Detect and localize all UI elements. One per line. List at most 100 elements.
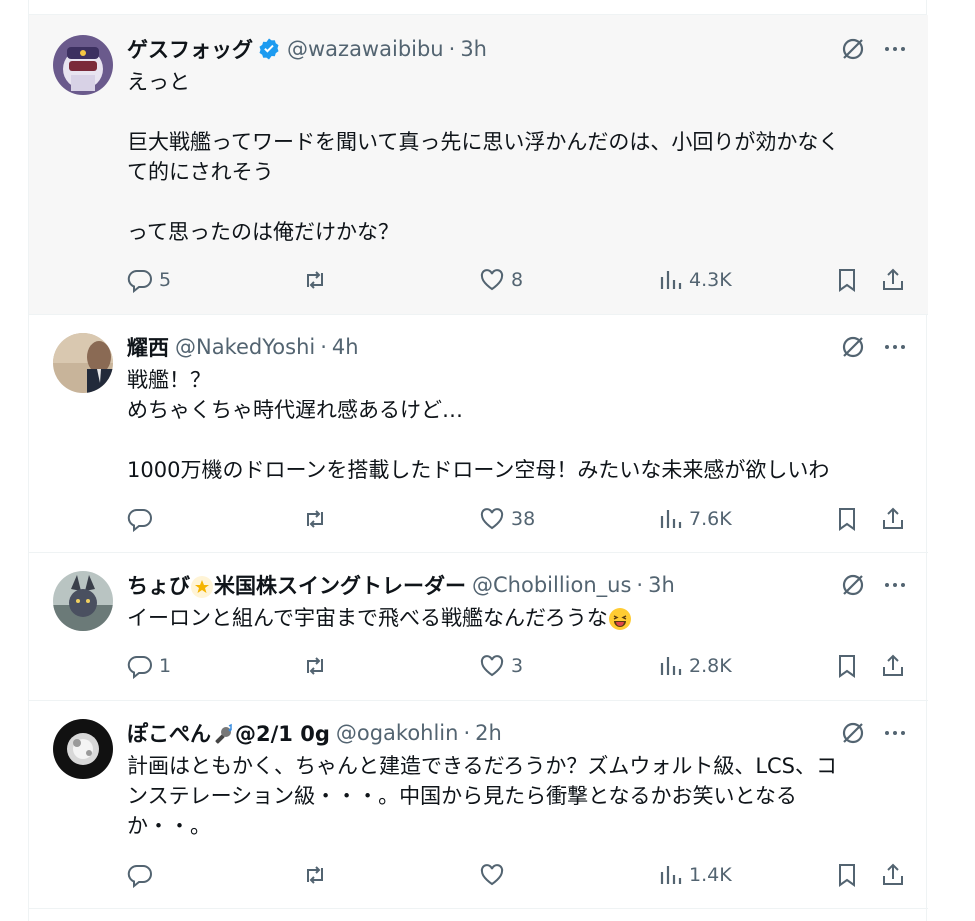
more-icon[interactable] — [882, 572, 908, 598]
user-handle[interactable]: @Chobillion_us — [472, 573, 631, 597]
like-count: 38 — [511, 508, 536, 530]
tweet[interactable]: 耀西 @NakedYoshi · 4h 戦艦！？ めちゃくちゃ時代遅れ感あるけど… — [29, 315, 928, 553]
bookmark-button[interactable] — [834, 267, 860, 293]
user-name[interactable]: ちょび 米国株スイングトレーダー — [127, 570, 466, 600]
retweet-button[interactable] — [302, 862, 334, 888]
user-name-prefix: ちょび — [127, 574, 190, 598]
user-name[interactable]: ゲスフォッグ — [127, 34, 253, 64]
reply-button[interactable]: 1 — [127, 653, 171, 679]
verified-badge-icon — [257, 37, 281, 61]
views-icon — [660, 510, 682, 528]
retweet-icon — [307, 657, 323, 675]
share-button[interactable] — [880, 862, 906, 888]
reply-icon — [127, 508, 152, 532]
retweet-button[interactable] — [302, 506, 334, 532]
timestamp[interactable]: 2h — [475, 721, 502, 745]
like-button[interactable]: 3 — [479, 653, 523, 679]
reply-icon — [127, 864, 152, 888]
reply-button[interactable] — [127, 862, 159, 888]
share-button[interactable] — [880, 267, 906, 293]
grok-icon[interactable] — [840, 720, 866, 746]
user-handle[interactable]: @NakedYoshi — [175, 335, 315, 359]
retweet-icon — [307, 271, 323, 289]
views-icon — [660, 271, 682, 289]
bookmark-button[interactable] — [834, 506, 860, 532]
bookmark-button[interactable] — [834, 653, 860, 679]
timestamp[interactable]: 4h — [332, 335, 359, 359]
views-icon — [660, 866, 682, 884]
user-name-suffix: 米国株スイングトレーダー — [214, 574, 466, 598]
reply-icon — [127, 269, 152, 293]
views-count: 4.3K — [689, 269, 732, 291]
reply-button[interactable]: 5 — [127, 267, 171, 293]
timestamp[interactable]: 3h — [648, 573, 675, 597]
separator-dot: · — [463, 721, 471, 745]
more-icon[interactable] — [882, 720, 908, 746]
microphone-music-emoji — [211, 723, 235, 747]
tweet-text: 戦艦！？ めちゃくちゃ時代遅れ感あるけど… 1000万機のドローンを搭載したドロ… — [127, 368, 830, 482]
dizzy-star-emoji — [190, 575, 214, 599]
reply-icon — [127, 655, 152, 679]
tweet[interactable]: ゲスフォッグ @wazawaibibu · 3h えっと 巨大戦艦ってワードを聞… — [29, 15, 928, 315]
separator-dot: · — [448, 37, 456, 61]
grok-icon[interactable] — [840, 334, 866, 360]
bookmark-icon — [839, 269, 855, 292]
avatar[interactable] — [53, 333, 113, 393]
reply-button[interactable] — [127, 506, 159, 532]
avatar[interactable] — [53, 571, 113, 631]
bookmark-icon — [839, 508, 855, 531]
user-name-suffix: @2/1 0g — [235, 722, 330, 746]
views-button[interactable]: 1.4K — [657, 862, 732, 888]
tweet[interactable]: ちょび 米国株スイングトレーダー @Chobillion_us · 3h イーロン… — [29, 553, 928, 701]
user-name[interactable]: ぽこぺん @2/1 0g — [127, 718, 330, 748]
avatar[interactable] — [53, 719, 113, 779]
bookmark-icon — [839, 864, 855, 887]
heart-icon — [480, 655, 504, 677]
share-button[interactable] — [880, 653, 906, 679]
share-icon — [883, 863, 903, 885]
views-count: 2.8K — [689, 655, 732, 677]
more-icon[interactable] — [882, 334, 908, 360]
share-icon — [883, 507, 903, 529]
like-count: 8 — [511, 269, 524, 291]
tweet-text: えっと 巨大戦艦ってワードを聞いて真っ先に思い浮かんだのは、小回りが効かなく て… — [127, 70, 840, 244]
timestamp[interactable]: 3h — [460, 37, 487, 61]
reply-count: 1 — [159, 655, 172, 677]
user-handle[interactable]: @ogakohlin — [336, 721, 459, 745]
user-name[interactable]: 耀西 — [127, 332, 169, 362]
user-handle[interactable]: @wazawaibibu — [287, 37, 444, 61]
views-button[interactable]: 7.6K — [657, 506, 732, 532]
more-icon[interactable] — [882, 36, 908, 62]
grok-icon[interactable] — [840, 36, 866, 62]
heart-icon — [480, 508, 504, 530]
heart-icon — [480, 864, 504, 886]
grok-icon[interactable] — [840, 572, 866, 598]
retweet-button[interactable] — [302, 267, 334, 293]
user-name-prefix: ぽこぺん — [127, 722, 211, 746]
tweet-text: イーロンと組んで宇宙まで飛べる戦艦なんだろうな — [127, 603, 908, 633]
tweet[interactable]: ぽこぺん @2/1 0g @ogakohlin · 2h 計画はともかく、ちゃんと… — [29, 701, 928, 909]
heart-icon — [480, 269, 504, 291]
views-button[interactable]: 4.3K — [657, 267, 732, 293]
share-button[interactable] — [880, 506, 906, 532]
separator-dot: · — [636, 573, 644, 597]
retweet-icon — [307, 510, 323, 528]
separator-dot: · — [320, 335, 327, 359]
views-button[interactable]: 2.8K — [657, 653, 732, 679]
views-count: 7.6K — [689, 508, 732, 530]
tweet-text: 計画はともかく、ちゃんと建造できるだろうか？ズムウォルト級、LCS、コ ンステレ… — [127, 754, 838, 838]
bookmark-button[interactable] — [834, 862, 860, 888]
tweet-text-content: イーロンと組んで宇宙まで飛べる戦艦なんだろうな — [127, 606, 608, 630]
avatar[interactable] — [53, 35, 113, 95]
retweet-icon — [307, 866, 323, 884]
timeline: ゲスフォッグ @wazawaibibu · 3h えっと 巨大戦艦ってワードを聞… — [28, 0, 928, 921]
like-count: 3 — [511, 655, 524, 677]
reply-count: 5 — [159, 269, 172, 291]
like-button[interactable]: 38 — [479, 506, 535, 532]
like-button[interactable]: 8 — [479, 267, 523, 293]
like-button[interactable] — [479, 862, 511, 888]
share-icon — [883, 268, 903, 290]
share-icon — [883, 654, 903, 676]
retweet-button[interactable] — [302, 653, 334, 679]
views-count: 1.4K — [689, 864, 732, 886]
